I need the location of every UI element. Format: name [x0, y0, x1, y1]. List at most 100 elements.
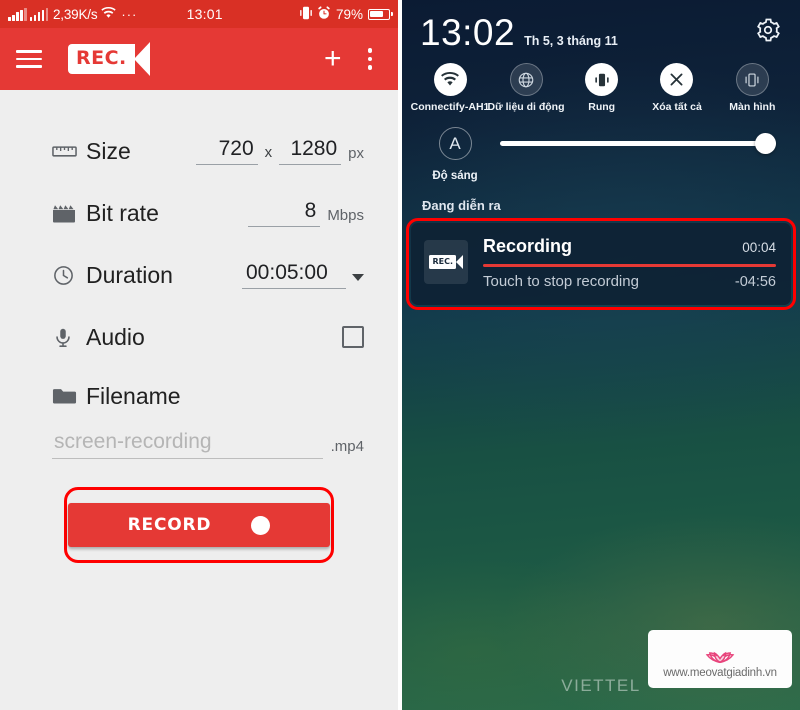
battery-icon — [368, 8, 393, 20]
notification-body: Recording 00:04 Touch to stop recording … — [483, 236, 776, 290]
notification-title-row: Recording 00:04 — [483, 236, 776, 257]
shade-date: Th 5, 3 tháng 11 — [524, 34, 618, 48]
more-status-icons: ··· — [121, 6, 138, 22]
duration-label: Duration — [86, 261, 173, 288]
app-logo: REC. — [68, 42, 150, 76]
audio-fields — [342, 326, 364, 348]
bitrate-unit-label: Mbps — [327, 207, 364, 224]
vibrate-icon — [585, 63, 619, 96]
clock-icon — [52, 264, 86, 287]
audio-checkbox[interactable] — [342, 326, 364, 348]
size-width-input[interactable]: 720 — [195, 137, 258, 165]
filename-input-wrapper: screen-recording .mp4 — [0, 424, 398, 459]
clapperboard-icon — [52, 204, 86, 223]
toggle-mobile-data[interactable]: Dữ liệu di động — [487, 63, 565, 113]
audio-row: Audio — [0, 306, 398, 368]
toggle-screen-rotate[interactable]: Màn hình — [715, 63, 790, 113]
chevron-down-icon[interactable] — [352, 274, 364, 281]
duration-row: Duration 00:05:00 — [0, 244, 398, 306]
wifi-icon — [433, 63, 467, 96]
toggle-clear-all-label: Xóa tất cả — [652, 101, 702, 113]
microphone-icon — [52, 326, 86, 349]
duration-value[interactable]: 00:05:00 — [242, 261, 346, 289]
duration-fields: 00:05:00 — [242, 261, 364, 289]
toggle-vibrate-label: Rung — [588, 101, 616, 113]
auto-brightness-icon[interactable]: A — [438, 127, 472, 160]
size-fields: 720 x 1280 px — [195, 137, 364, 165]
toggle-screen-rotate-label: Màn hình — [729, 101, 776, 113]
status-bar-left-icons: 2,39K/s ··· — [8, 6, 137, 22]
rec-app-icon-text: REC. — [429, 254, 457, 270]
recording-notification[interactable]: REC. Recording 00:04 Touch to stop recor… — [411, 223, 791, 305]
size-height-input[interactable]: 1280 — [279, 137, 342, 165]
hamburger-icon[interactable] — [16, 50, 42, 68]
lotus-icon — [705, 651, 735, 663]
clear-all-icon — [660, 63, 694, 96]
record-button-zone: RECORD — [0, 487, 398, 563]
notification-shade-panel: 13:02 Th 5, 3 tháng 11 Connectify-AH1 Dữ… — [402, 0, 800, 710]
screen-rotate-icon — [735, 63, 769, 96]
alarm-icon — [317, 5, 331, 23]
ongoing-section-label: Đang diễn ra — [422, 198, 501, 213]
app-bar: REC. + — [0, 28, 398, 90]
rec-app-icon: REC. — [424, 240, 468, 284]
audio-label: Audio — [86, 323, 145, 350]
status-bar-clock: 13:01 — [186, 6, 223, 22]
shade-clock-block: 13:02 Th 5, 3 tháng 11 — [420, 14, 618, 51]
toggle-mobile-data-label: Dữ liệu di động — [487, 101, 565, 113]
notification-subtitle-row: Touch to stop recording -04:56 — [483, 273, 776, 290]
bitrate-row: Bit rate 8 Mbps — [0, 182, 398, 244]
watermark-url: www.meovatgiadinh.vn — [663, 666, 777, 679]
notification-title: Recording — [483, 236, 573, 256]
rec-app-panel: 2,39K/s ··· 13:01 79% REC. + Size 720 x … — [0, 0, 398, 710]
toggle-wifi-label: Connectify-AH1 — [410, 101, 490, 113]
kebab-icon[interactable] — [352, 48, 383, 70]
size-row: Size 720 x 1280 px — [0, 120, 398, 182]
size-separator: x — [264, 144, 273, 161]
brightness-slider-track — [500, 141, 776, 146]
dnd-vibrate-icon — [299, 6, 312, 23]
gear-icon[interactable] — [754, 16, 782, 44]
status-bar-right-icons: 79% — [299, 5, 393, 23]
notification-remaining-time: -04:56 — [734, 273, 776, 290]
network-speed-text: 2,39K/s — [53, 6, 98, 22]
size-unit-label: px — [348, 145, 364, 162]
notification-progress-bar — [483, 264, 776, 267]
toggle-clear-all[interactable]: Xóa tất cả — [639, 63, 714, 113]
toggle-vibrate[interactable]: Rung — [564, 63, 639, 113]
settings-form: Size 720 x 1280 px Bit rate 8 Mbps Durat… — [0, 90, 398, 563]
globe-icon — [509, 63, 543, 96]
duration-select[interactable]: 00:05:00 — [242, 261, 364, 289]
plus-icon[interactable]: + — [314, 44, 352, 74]
toggle-wifi[interactable]: Connectify-AH1 — [410, 63, 490, 113]
android-status-bar: 2,39K/s ··· 13:01 79% — [0, 0, 398, 28]
notification-annotation-box: REC. Recording 00:04 Touch to stop recor… — [406, 218, 796, 310]
bitrate-input[interactable]: 8 — [248, 199, 321, 227]
quick-settings-toggles: Connectify-AH1 Dữ liệu di động Rung Xóa … — [402, 51, 800, 113]
bitrate-label: Bit rate — [86, 199, 159, 226]
filename-label: Filename — [86, 382, 181, 409]
battery-percent-text: 79% — [335, 6, 363, 22]
folder-icon — [52, 386, 86, 406]
shade-clock: 13:02 — [420, 12, 516, 53]
watermark: www.meovatgiadinh.vn — [648, 630, 792, 688]
camera-lens-icon — [455, 255, 463, 269]
rec-app-logo: REC. — [429, 254, 463, 270]
brightness-slider[interactable] — [500, 127, 776, 160]
app-logo-text: REC. — [68, 44, 135, 74]
record-dot-icon — [251, 515, 271, 535]
shade-header: 13:02 Th 5, 3 tháng 11 — [402, 0, 800, 51]
record-button[interactable]: RECORD — [68, 503, 330, 547]
notification-elapsed-time: 00:04 — [742, 240, 776, 255]
wifi-icon — [101, 6, 117, 22]
notification-subtitle: Touch to stop recording — [483, 272, 639, 290]
brightness-slider-knob[interactable] — [755, 133, 776, 154]
brightness-section: A Độ sáng — [402, 113, 800, 182]
camera-lens-icon — [133, 42, 150, 76]
filename-row: Filename — [0, 368, 398, 424]
brightness-label: Độ sáng — [432, 170, 478, 182]
filename-extension-label: .mp4 — [330, 438, 364, 455]
filename-input[interactable]: screen-recording — [52, 430, 323, 459]
signal-strength-sim1-icon — [8, 7, 27, 21]
screenshot-root: 2,39K/s ··· 13:01 79% REC. + Size 720 x … — [0, 0, 800, 710]
